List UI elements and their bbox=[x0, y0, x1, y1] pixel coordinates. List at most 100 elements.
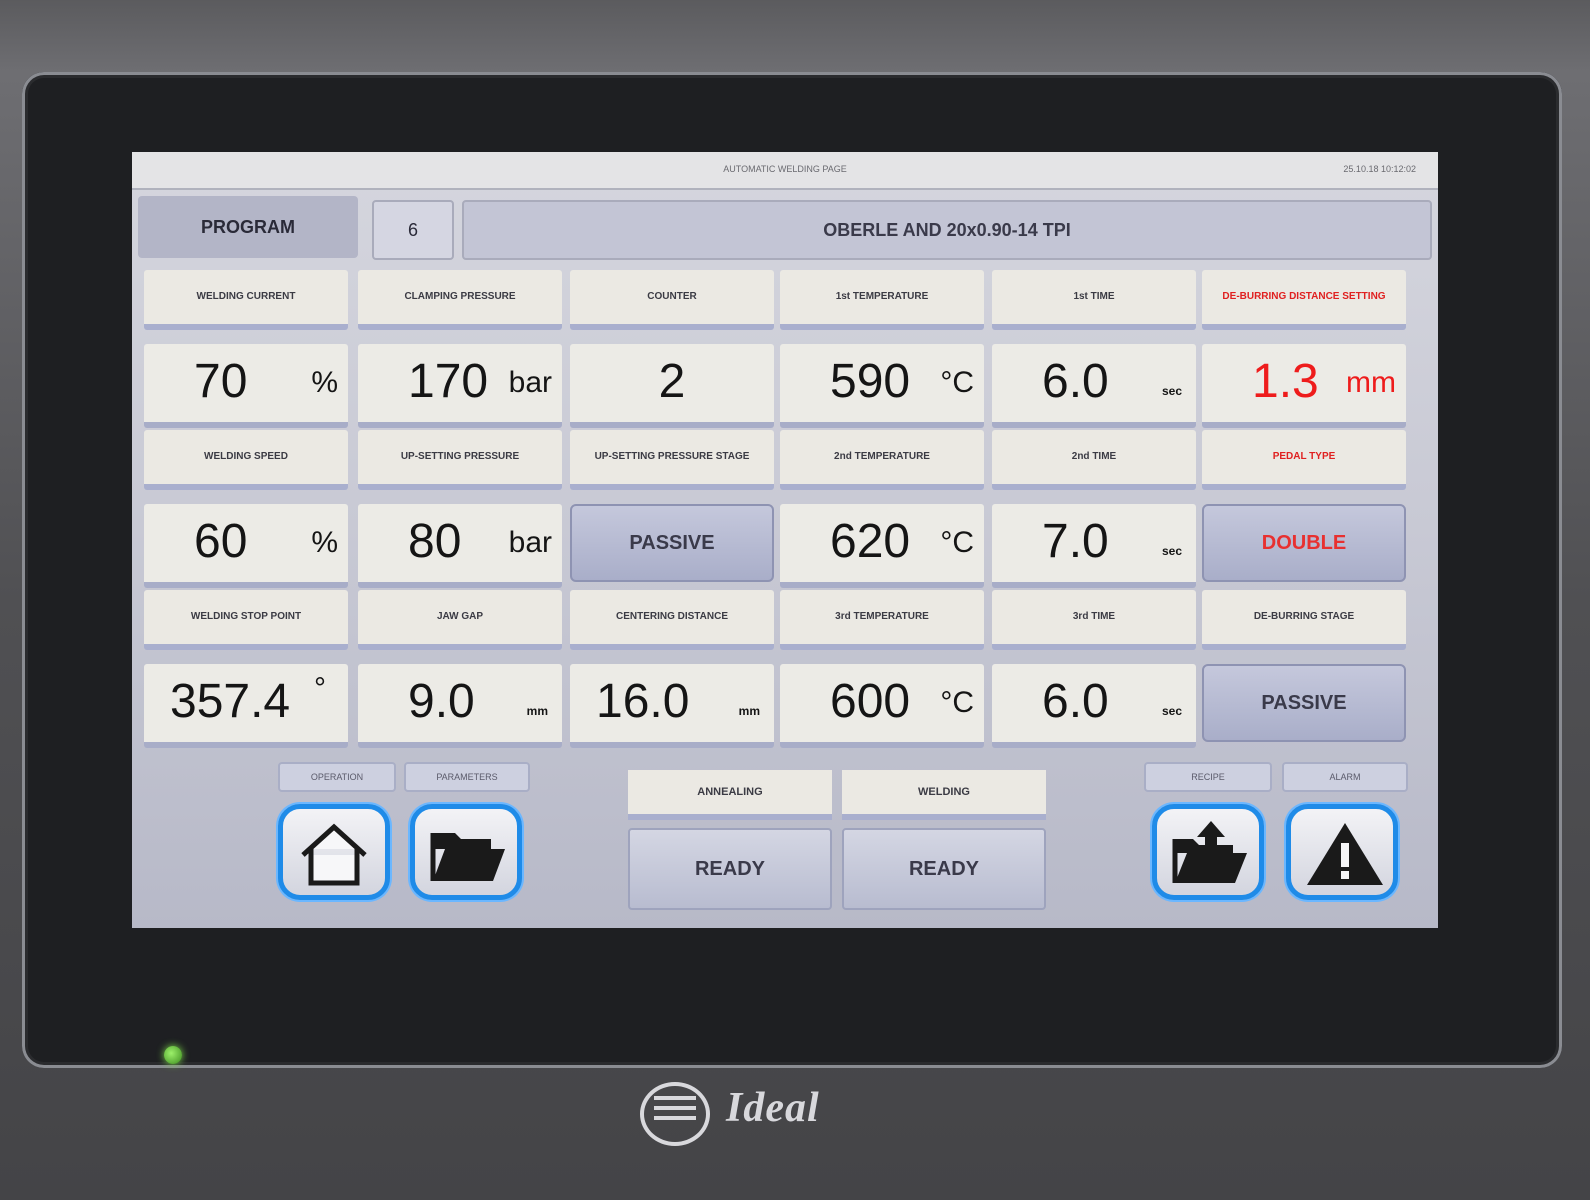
brand-name: Ideal bbox=[726, 1085, 820, 1131]
param-value-field[interactable]: 620 °C bbox=[780, 504, 984, 588]
param-unit: bar bbox=[508, 366, 552, 399]
param-label: JAW GAP bbox=[358, 590, 562, 650]
param-value-field[interactable]: 357.4 ° bbox=[144, 664, 348, 748]
param-value-field[interactable]: 60% bbox=[144, 504, 348, 588]
param-value-field[interactable]: 80 bar bbox=[358, 504, 562, 588]
param-value-field[interactable]: 1.3 mm bbox=[1202, 344, 1406, 428]
param-value-field[interactable]: 9.0 mm bbox=[358, 664, 562, 748]
param-value: 70 bbox=[194, 355, 248, 408]
param-label: COUNTER bbox=[570, 270, 774, 330]
param-cell: WELDING SPEED 60% bbox=[144, 430, 348, 588]
param-value: 6.0 bbox=[1042, 355, 1109, 408]
param-unit: sec bbox=[1161, 704, 1182, 718]
param-unit: % bbox=[311, 366, 338, 399]
open-folder-button[interactable] bbox=[410, 804, 522, 900]
power-led bbox=[164, 1046, 182, 1064]
param-label: WELDING CURRENT bbox=[144, 270, 348, 330]
param-label: WELDING STOP POINT bbox=[144, 590, 348, 650]
alarm-button[interactable] bbox=[1286, 804, 1398, 900]
param-cell: JAW GAP 9.0 mm bbox=[358, 590, 562, 748]
param-unit: mm bbox=[526, 704, 548, 718]
tab-recipe[interactable]: RECIPE bbox=[1144, 762, 1272, 792]
param-value-field[interactable]: 6.0 sec bbox=[992, 664, 1196, 748]
device-bezel: AUTOMATIC WELDING PAGE 25.10.18 10:12:02… bbox=[0, 0, 1590, 1200]
param-label: CLAMPING PRESSURE bbox=[358, 270, 562, 330]
program-name-field[interactable]: OBERLE AND 20x0.90-14 TPI bbox=[462, 200, 1432, 260]
param-value: 16.0 bbox=[596, 675, 690, 728]
bottom-panel: OPERATION PARAMETERS ANNEALING READY WEL… bbox=[132, 750, 1438, 928]
param-value: 9.0 bbox=[408, 675, 475, 728]
globe-logo-icon bbox=[640, 1082, 710, 1146]
tab-alarm[interactable]: ALARM bbox=[1282, 762, 1408, 792]
param-cell: 3rd TEMPERATURE 600 °C bbox=[780, 590, 984, 748]
param-value: 590 bbox=[830, 355, 911, 408]
param-label: UP-SETTING PRESSURE STAGE bbox=[570, 430, 774, 490]
welding-status-button[interactable]: READY bbox=[842, 828, 1046, 910]
param-cell: PEDAL TYPE DOUBLE bbox=[1202, 430, 1406, 582]
top-status-bar: AUTOMATIC WELDING PAGE 25.10.18 10:12:02 bbox=[132, 152, 1438, 190]
param-value-field[interactable]: 7.0 sec bbox=[992, 504, 1196, 588]
home-button[interactable] bbox=[278, 804, 390, 900]
param-value: 80 bbox=[408, 515, 462, 568]
param-value-field[interactable]: 600 °C bbox=[780, 664, 984, 748]
param-value-field[interactable]: 2 bbox=[570, 344, 774, 428]
param-value: 2 bbox=[658, 355, 686, 408]
param-cell: WELDING CURRENT 70% bbox=[144, 270, 348, 428]
param-cell: WELDING STOP POINT 357.4 ° bbox=[144, 590, 348, 748]
param-label: 1st TIME bbox=[992, 270, 1196, 330]
param-value: 357.4 bbox=[170, 675, 291, 728]
param-cell: 3rd TIME 6.0 sec bbox=[992, 590, 1196, 748]
param-label: DE-BURRING DISTANCE SETTING bbox=[1202, 270, 1406, 330]
param-value-field[interactable]: 16.0 mm bbox=[570, 664, 774, 748]
tab-operation[interactable]: OPERATION bbox=[278, 762, 396, 792]
home-icon bbox=[301, 823, 367, 886]
folder-upload-icon bbox=[1172, 821, 1247, 883]
param-toggle-button[interactable]: PASSIVE bbox=[1202, 664, 1406, 742]
param-cell: DE-BURRING DISTANCE SETTING 1.3 mm bbox=[1202, 270, 1406, 428]
annealing-status-button[interactable]: READY bbox=[628, 828, 832, 910]
folder-open-icon bbox=[430, 833, 505, 881]
recipe-button[interactable] bbox=[1152, 804, 1264, 900]
brand-logo: Ideal bbox=[640, 1078, 950, 1148]
param-unit: °C bbox=[940, 366, 974, 399]
tab-parameters[interactable]: PARAMETERS bbox=[404, 762, 530, 792]
param-value: 620 bbox=[830, 515, 911, 568]
param-label: 3rd TIME bbox=[992, 590, 1196, 650]
param-cell: DE-BURRING STAGE PASSIVE bbox=[1202, 590, 1406, 742]
param-value: 600 bbox=[830, 675, 911, 728]
param-unit: sec bbox=[1161, 384, 1182, 398]
program-label: PROGRAM bbox=[138, 196, 358, 258]
param-label: CENTERING DISTANCE bbox=[570, 590, 774, 650]
param-value-field[interactable]: 70% bbox=[144, 344, 348, 428]
param-label: 1st TEMPERATURE bbox=[780, 270, 984, 330]
warning-icon bbox=[1307, 823, 1383, 885]
param-value-field[interactable]: 6.0 sec bbox=[992, 344, 1196, 428]
param-unit: mm bbox=[738, 704, 760, 718]
param-label: 2nd TEMPERATURE bbox=[780, 430, 984, 490]
param-unit: mm bbox=[1346, 366, 1396, 399]
param-label: 3rd TEMPERATURE bbox=[780, 590, 984, 650]
param-value: 60 bbox=[194, 515, 248, 568]
param-toggle-button[interactable]: DOUBLE bbox=[1202, 504, 1406, 582]
welding-label: WELDING bbox=[842, 770, 1046, 820]
param-label: DE-BURRING STAGE bbox=[1202, 590, 1406, 650]
param-value: 6.0 bbox=[1042, 675, 1109, 728]
param-cell: COUNTER 2 bbox=[570, 270, 774, 428]
param-value-field[interactable]: 590 °C bbox=[780, 344, 984, 428]
param-value-field[interactable]: 170 bar bbox=[358, 344, 562, 428]
page-title: AUTOMATIC WELDING PAGE bbox=[723, 164, 847, 174]
program-number-field[interactable]: 6 bbox=[372, 200, 454, 260]
param-label: 2nd TIME bbox=[992, 430, 1196, 490]
param-unit: sec bbox=[1161, 544, 1182, 558]
param-value: 1.3 bbox=[1252, 355, 1319, 408]
param-cell: UP-SETTING PRESSURE 80 bar bbox=[358, 430, 562, 588]
param-cell: CENTERING DISTANCE 16.0 mm bbox=[570, 590, 774, 748]
param-unit: °C bbox=[940, 686, 974, 719]
param-unit: % bbox=[311, 526, 338, 559]
param-value: 7.0 bbox=[1042, 515, 1109, 568]
param-toggle-button[interactable]: PASSIVE bbox=[570, 504, 774, 582]
param-unit: bar bbox=[508, 526, 552, 559]
date-time: 25.10.18 10:12:02 bbox=[1343, 164, 1416, 174]
param-label: UP-SETTING PRESSURE bbox=[358, 430, 562, 490]
param-value: 170 bbox=[408, 355, 489, 408]
